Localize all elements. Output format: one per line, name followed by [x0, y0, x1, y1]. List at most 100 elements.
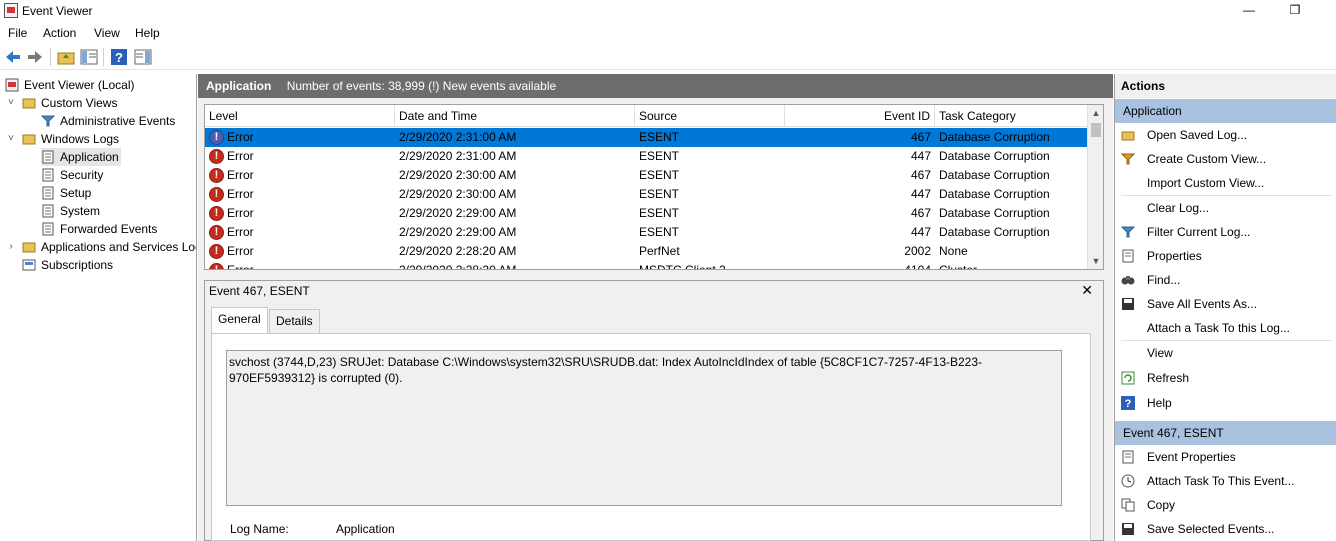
action-help[interactable]: ? Help — [1115, 391, 1336, 415]
tree-label-forwarded-events: Forwarded Events — [60, 222, 158, 236]
toolbar-separator — [50, 48, 51, 66]
cell-task: Database Corruption — [939, 187, 1050, 201]
scroll-up-icon[interactable]: ▲ — [1088, 105, 1103, 121]
action-import-custom-view[interactable]: Import Custom View... — [1115, 171, 1336, 195]
menu-file[interactable]: File — [8, 26, 27, 40]
up-folder-icon[interactable] — [57, 48, 75, 66]
show-hide-action-pane-icon[interactable] — [134, 48, 152, 66]
tree-item-subscriptions[interactable]: Subscriptions — [22, 256, 113, 274]
log-icon — [42, 204, 54, 218]
table-row[interactable]: ! Error 2/29/2020 2:31:00 AM ESENT 447 Databa… — [205, 147, 1089, 166]
folder-icon — [22, 98, 36, 109]
column-header-date-and-time[interactable]: Date and Time — [395, 105, 635, 127]
cell-level: Error — [227, 187, 254, 201]
tab-details[interactable]: Details — [269, 309, 320, 333]
tree-item-forwarded-events[interactable]: Forwarded Events — [41, 220, 157, 238]
action-attach-task-to-log[interactable]: Attach a Task To this Log... — [1115, 316, 1336, 340]
tree-label-setup: Setup — [60, 186, 92, 200]
tree-item-custom-views[interactable]: Custom Views — [22, 94, 117, 112]
table-row[interactable]: ! Error 2/29/2020 2:28:20 AM MSDTC Client 2… — [205, 261, 1089, 270]
chevron-right-icon[interactable]: › — [6, 238, 16, 256]
menu-view[interactable]: View — [94, 26, 120, 40]
action-event-properties[interactable]: Event Properties — [1115, 445, 1336, 469]
forward-arrow-icon[interactable] — [26, 48, 44, 66]
tree-item-system[interactable]: System — [41, 202, 100, 220]
cell-datetime: 2/29/2020 2:29:00 AM — [399, 206, 517, 220]
chevron-down-icon[interactable]: ˅ — [6, 130, 16, 148]
properties-icon — [1122, 249, 1134, 263]
cell-datetime: 2/29/2020 2:28:20 AM — [399, 263, 517, 270]
action-label: Properties — [1147, 249, 1202, 263]
cell-level: Error — [227, 149, 254, 163]
detail-title: Event 467, ESENT — [209, 284, 310, 298]
window-title: Event Viewer — [22, 4, 93, 18]
minimize-button[interactable]: — — [1226, 0, 1272, 22]
menu-bar: File Action View Help — [0, 22, 1336, 44]
menu-help[interactable]: Help — [135, 26, 160, 40]
tree-item-applications-and-services[interactable]: Applications and Services Logs — [22, 238, 196, 256]
tab-general[interactable]: General — [211, 307, 268, 333]
cell-eventid: 467 — [910, 206, 931, 220]
table-row[interactable]: ! Error 2/29/2020 2:31:00 AM ESENT 467 Databa… — [205, 128, 1089, 147]
properties-icon — [1122, 450, 1134, 464]
restore-button[interactable]: ❐ — [1272, 0, 1318, 22]
table-row[interactable]: ! Error 2/29/2020 2:30:00 AM ESENT 447 Databa… — [205, 185, 1089, 204]
cell-source: ESENT — [639, 187, 680, 201]
menu-action[interactable]: Action — [43, 26, 76, 40]
action-clear-log[interactable]: Clear Log... — [1115, 196, 1336, 220]
action-label: Filter Current Log... — [1147, 225, 1251, 239]
tree-item-security[interactable]: Security — [41, 166, 103, 184]
tree-item-setup[interactable]: Setup — [41, 184, 91, 202]
show-hide-tree-icon[interactable] — [80, 48, 98, 66]
column-header-source[interactable]: Source — [635, 105, 785, 127]
action-refresh[interactable]: Refresh — [1115, 366, 1336, 390]
tree-item-windows-logs[interactable]: Windows Logs — [22, 130, 119, 148]
actions-section-application[interactable]: Application — [1115, 99, 1336, 123]
chevron-down-icon[interactable]: ˅ — [6, 94, 16, 112]
action-filter-current-log[interactable]: Filter Current Log... — [1115, 220, 1336, 244]
action-save-all-events-as[interactable]: Save All Events As... — [1115, 292, 1336, 316]
cell-source: ESENT — [639, 130, 680, 144]
action-view[interactable]: View — [1115, 341, 1336, 365]
action-label: Save Selected Events... — [1147, 522, 1275, 536]
general-tab-content: svchost (3744,D,23) SRUJet: Database C:\… — [211, 333, 1091, 541]
action-label: Attach a Task To this Log... — [1147, 321, 1290, 335]
error-icon: ! — [209, 206, 224, 221]
center-pane: Application Number of events: 38,999 (!)… — [198, 74, 1113, 541]
scroll-thumb[interactable] — [1091, 123, 1101, 137]
back-arrow-icon[interactable] — [4, 48, 22, 66]
cell-task: None — [939, 244, 968, 258]
action-create-custom-view[interactable]: Create Custom View... — [1115, 147, 1336, 171]
action-label: View — [1147, 346, 1173, 360]
vertical-scrollbar[interactable]: ▲ ▼ — [1087, 105, 1103, 269]
action-copy[interactable]: Copy — [1115, 493, 1336, 517]
table-row[interactable]: ! Error 2/29/2020 2:30:00 AM ESENT 467 Databa… — [205, 166, 1089, 185]
tree-item-application[interactable]: Application — [41, 148, 121, 166]
event-detail-panel: Event 467, ESENT ✕ General Details svcho… — [204, 280, 1104, 541]
event-description[interactable]: svchost (3744,D,23) SRUJet: Database C:\… — [226, 350, 1062, 506]
action-open-saved-log[interactable]: Open Saved Log... — [1115, 123, 1336, 147]
action-save-selected-events[interactable]: Save Selected Events... — [1115, 517, 1336, 541]
action-attach-task-to-event[interactable]: Attach Task To This Event... — [1115, 469, 1336, 493]
tree-item-root[interactable]: Event Viewer (Local) — [5, 76, 135, 94]
column-header-task-category[interactable]: Task Category — [935, 105, 1089, 127]
close-icon[interactable]: ✕ — [1081, 282, 1093, 299]
copy-icon — [1121, 498, 1135, 512]
cell-eventid: 2002 — [904, 244, 931, 258]
column-header-event-id[interactable]: Event ID — [785, 105, 935, 127]
actions-section-event[interactable]: Event 467, ESENT — [1115, 421, 1336, 445]
column-header-level[interactable]: Level — [205, 105, 395, 127]
error-icon: ! — [209, 244, 224, 259]
table-row[interactable]: ! Error 2/29/2020 2:28:20 AM PerfNet 2002 Non… — [205, 242, 1089, 261]
action-properties[interactable]: Properties — [1115, 244, 1336, 268]
table-row[interactable]: ! Error 2/29/2020 2:29:00 AM ESENT 467 Databa… — [205, 204, 1089, 223]
help-icon[interactable]: ? — [110, 48, 128, 66]
tree-item-administrative-events[interactable]: Administrative Events — [41, 112, 175, 130]
action-find[interactable]: Find... — [1115, 268, 1336, 292]
log-name-value: Application — [336, 522, 395, 536]
filter-icon — [1121, 153, 1135, 165]
scroll-down-icon[interactable]: ▼ — [1088, 253, 1103, 269]
binoculars-icon — [1121, 276, 1135, 285]
cell-level: Error — [227, 206, 254, 220]
table-row[interactable]: ! Error 2/29/2020 2:29:00 AM ESENT 447 Databa… — [205, 223, 1089, 242]
